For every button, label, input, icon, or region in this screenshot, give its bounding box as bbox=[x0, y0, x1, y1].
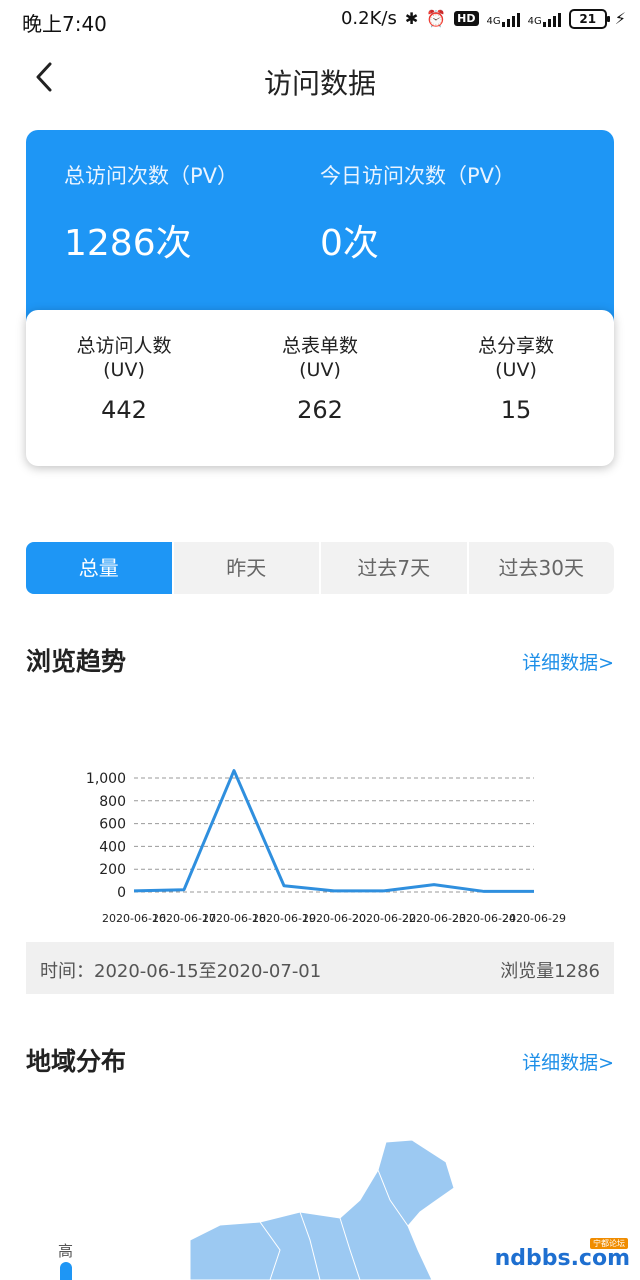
hd-icon: HD bbox=[454, 11, 479, 26]
tab-yesterday[interactable]: 昨天 bbox=[171, 542, 320, 594]
stat-label: 总访问人数 bbox=[76, 335, 172, 357]
stat-value: 15 bbox=[500, 396, 532, 424]
china-map bbox=[189, 1139, 455, 1280]
stat-value: 442 bbox=[101, 396, 147, 424]
nav-bar: 访问数据 bbox=[0, 50, 640, 110]
trend-chart: 02004006008001,000 2020-06-162020-06-172… bbox=[86, 769, 566, 925]
stat-sub: (UV) bbox=[495, 359, 537, 381]
status-time: 晚上7:40 bbox=[22, 12, 107, 36]
battery-icon: 21 bbox=[568, 8, 610, 29]
y-tick-label: 400 bbox=[99, 839, 126, 855]
network-speed: 0.2K/s bbox=[340, 8, 397, 29]
y-tick-label: 800 bbox=[99, 794, 126, 810]
views-total: 浏览量1286 bbox=[500, 961, 600, 982]
region-title: 地域分布 bbox=[26, 1047, 127, 1076]
signal-icon-2: 4G bbox=[528, 11, 561, 27]
status-icons: 0.2K/s ✱ ⏰ HD 4G 4G 21 ⚡ bbox=[341, 8, 626, 29]
date-range: 时间：2020-06-15至2020-07-01 bbox=[40, 961, 322, 982]
total-pv-label: 总访问次数（PV） bbox=[64, 164, 239, 188]
tab-last-7-days[interactable]: 过去7天 bbox=[319, 542, 467, 594]
today-pv-label: 今日访问次数（PV） bbox=[320, 164, 516, 188]
y-tick-label: 200 bbox=[99, 862, 126, 878]
stat-label: 总表单数 bbox=[281, 335, 358, 357]
signal-icon-1: 4G bbox=[487, 11, 520, 27]
period-tabs: 总量 昨天 过去7天 过去30天 bbox=[26, 542, 614, 594]
trend-title: 浏览趋势 bbox=[26, 647, 127, 676]
region-detail-link[interactable]: 详细数据> bbox=[522, 1048, 614, 1075]
y-tick-label: 1,000 bbox=[86, 771, 126, 787]
today-pv-value: 0次 bbox=[320, 223, 379, 264]
watermark: 宁都论坛 ndbbs.com bbox=[495, 1238, 630, 1278]
uv-stats-card: 总访问人数 (UV) 442 总表单数 (UV) 262 总分享数 (UV) 1… bbox=[26, 310, 614, 466]
trend-detail-link[interactable]: 详细数据> bbox=[522, 648, 614, 675]
watermark-logo: ndbbs.com bbox=[494, 1246, 630, 1271]
total-pv-value: 1286次 bbox=[64, 223, 192, 264]
y-tick-label: 0 bbox=[117, 885, 126, 901]
y-tick-label: 600 bbox=[99, 817, 126, 833]
legend-color-bar bbox=[60, 1262, 72, 1280]
total-pv: 总访问次数（PV） 1286次 bbox=[64, 160, 238, 266]
map-region bbox=[189, 1139, 455, 1280]
stat-forms: 总表单数 (UV) 262 bbox=[222, 310, 418, 466]
stat-value: 262 bbox=[297, 396, 343, 424]
stat-visitors: 总访问人数 (UV) 442 bbox=[26, 310, 222, 466]
status-bar: 晚上7:40 0.2K/s ✱ ⏰ HD 4G 4G 21 ⚡ bbox=[0, 0, 640, 40]
stat-label: 总分享数 bbox=[477, 335, 554, 357]
alarm-icon: ⏰ bbox=[426, 8, 447, 28]
stat-shares: 总分享数 (UV) 15 bbox=[418, 310, 614, 466]
charging-icon: ⚡ bbox=[614, 8, 626, 28]
tab-total[interactable]: 总量 bbox=[26, 542, 172, 594]
stat-sub: (UV) bbox=[103, 359, 145, 381]
x-tick-label: 2020-06-29 bbox=[502, 912, 566, 925]
today-pv: 今日访问次数（PV） 0次 bbox=[320, 160, 515, 266]
series-line bbox=[133, 769, 534, 893]
trend-info-bar: 时间：2020-06-15至2020-07-01 浏览量1286 bbox=[26, 942, 614, 994]
stat-sub: (UV) bbox=[299, 359, 341, 381]
page-title: 访问数据 bbox=[263, 67, 376, 100]
tab-last-30-days[interactable]: 过去30天 bbox=[466, 542, 615, 594]
legend-high-label: 高 bbox=[58, 1242, 74, 1260]
bluetooth-icon: ✱ bbox=[404, 8, 419, 28]
